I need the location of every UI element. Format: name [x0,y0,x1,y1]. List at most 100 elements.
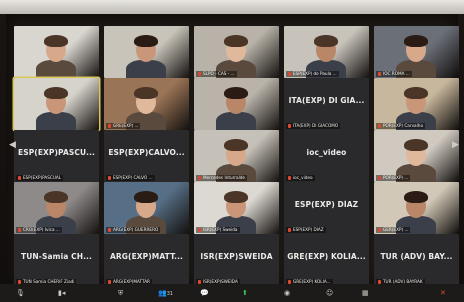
participant-tile[interactable]: ESP(EXP) DÍAZ ESP(EXP) DIAZ [284,182,369,234]
muted-mic-icon [378,176,381,180]
participant-name-label: ESP(EXP) DIAZ [286,227,326,233]
participant-name-label: ESP(EXP) de Paula ... [286,71,339,77]
muted-mic-icon [288,176,291,180]
participant-tile[interactable]: GER(EXP) ... [374,182,459,234]
share-icon[interactable]: ⬆ [242,288,248,298]
chat-icon[interactable]: 💬 [200,288,209,298]
participant-name-label: POR(EXP) Carvalho [376,123,426,129]
muted-mic-icon [378,72,381,76]
meeting-toolbar: 🎙 ▮◂ ⛨ 👥31 💬 ⬆ ◉ ☺ ▦ ✕ [0,284,464,302]
participant-display-name: TUN-Samia CH... [21,252,92,261]
participant-hair [224,139,248,151]
participant-hair [44,191,68,203]
participant-tile[interactable]: CRO(EXP) Ivica ... [14,182,99,234]
participant-hair [134,191,158,203]
participant-hair [224,87,248,99]
participant-hair [134,35,158,47]
video-icon[interactable]: ▮◂ [58,288,65,298]
participants-icon[interactable]: 👥31 [158,288,173,298]
leave-icon[interactable]: ✕ [440,288,446,298]
participant-tile[interactable]: ISR(EXP)SWEIDA ISR(EXP)SWEIDA [194,234,279,286]
muted-mic-icon [18,176,21,180]
participant-hair [134,87,158,99]
muted-mic-icon [378,124,381,128]
participant-hair [314,35,338,47]
participant-name-label: IOC ROMA ... [376,71,412,77]
participant-tile[interactable]: ARG(EXP)MATT... ARG(EXP)MATTAR [104,234,189,286]
participant-tile[interactable]: SLPO - CAS - ... [194,26,279,78]
participant-name-label: ESP(EXP) CALVO ... [106,175,155,181]
mic-icon[interactable]: 🎙 [16,288,25,298]
participant-tile[interactable] [14,26,99,78]
participant-display-name: ARG(EXP)MATT... [110,252,183,261]
muted-mic-icon [198,72,201,76]
participant-display-name: GRE(EXP) KOLIA... [287,252,366,261]
muted-mic-icon [108,176,111,180]
participant-name-label: GER(EXP) ... [376,227,411,233]
prev-page-icon[interactable]: ◀ [9,140,16,150]
participant-display-name: ISR(EXP)SWEIDA [200,252,273,261]
participant-tile[interactable]: ISR(EXP) Sweida [194,182,279,234]
record-icon[interactable]: ◉ [284,288,290,298]
participant-tile[interactable] [194,78,279,130]
participant-hair [224,35,248,47]
participant-tile[interactable]: IOC ROMA ... [374,26,459,78]
participant-tile[interactable]: ITA(EXP) DI GIA... ITA(EXP) DI GIACOMO [284,78,369,130]
participant-tile[interactable]: ioc_video ioc_video [284,130,369,182]
participant-hair [224,191,248,203]
participant-tile[interactable]: TUN-Samia CH... TUN Samia CHERIF Ziadi [14,234,99,286]
participant-tile[interactable]: ESP(EXP)CALVO... ESP(EXP) CALVO ... [104,130,189,182]
participant-tile[interactable]: ARG(EXP) GUERRERO [104,182,189,234]
muted-mic-icon [288,72,291,76]
monitor-bezel [0,0,464,14]
participant-tile[interactable] [104,26,189,78]
participant-name-label: POR(EXP) ... [376,175,411,181]
participant-display-name: ESP(EXP)CALVO... [108,148,185,157]
muted-mic-icon [288,228,291,232]
participant-tile[interactable]: GRE(EXP) ... [104,78,189,130]
participant-body [126,60,166,78]
participant-name-label: ARG(EXP) GUERRERO [106,227,161,233]
muted-mic-icon [108,124,111,128]
participant-body [36,112,76,130]
participant-hair [44,87,68,99]
participant-name-label: ioc_video [286,175,315,181]
participant-name-label: ISR(EXP) Sweida [196,227,240,233]
participant-tile[interactable]: TUR (ADV) BAY... TUR (ADV) BAYRAK [374,234,459,286]
participant-name-label: ITA(EXP) DI GIACOMO [286,123,341,129]
reactions-icon[interactable]: ☺ [326,288,333,298]
participant-hair [404,139,428,151]
participant-name-label: CRO(EXP) Ivica ... [16,227,62,233]
participant-tile[interactable]: GRE(EXP) KOLIA... GRE(EXP) KOLIA... [284,234,369,286]
participant-body [36,60,76,78]
participant-name-label: Mercedes Inturralde [196,175,247,181]
participant-name-label: GRE(EXP) ... [106,123,141,129]
shield-icon[interactable]: ⛨ [118,288,123,298]
participant-hair [404,191,428,203]
participant-name-label: SLPO - CAS - ... [196,71,237,77]
participant-display-name: ESP(EXP) DÍAZ [294,200,359,209]
participant-display-name: TUR (ADV) BAY... [380,252,453,261]
participant-hair [404,35,428,47]
participant-hair [404,87,428,99]
participant-tile[interactable]: POR(EXP) ... [374,130,459,182]
participant-body [216,112,256,130]
apps-icon[interactable]: ▦ [362,288,369,298]
participant-tile[interactable]: POR(EXP) Carvalho [374,78,459,130]
participant-tile[interactable]: Mercedes Inturralde [194,130,279,182]
photo-of-screen: SLPO - CAS - ... ESP(EXP) de Paula ... IOC… [0,0,464,302]
participants-count: 31 [166,291,174,297]
participant-tile[interactable] [14,78,99,130]
muted-mic-icon [18,228,21,232]
participant-display-name: ESP(EXP)PASCU... [17,148,96,157]
muted-mic-icon [378,228,381,232]
muted-mic-icon [198,228,201,232]
next-page-icon[interactable]: ▶ [452,140,459,150]
participant-display-name: ITA(EXP) DI GIA... [288,96,365,105]
participant-hair [44,35,68,47]
participant-tile[interactable]: ESP(EXP)PASCU... ESP(EXP)PASCUAL [14,130,99,182]
participant-name-label: ESP(EXP)PASCUAL [16,175,64,181]
muted-mic-icon [108,228,111,232]
participant-tile[interactable]: ESP(EXP) de Paula ... [284,26,369,78]
participant-display-name: ioc_video [306,148,347,157]
